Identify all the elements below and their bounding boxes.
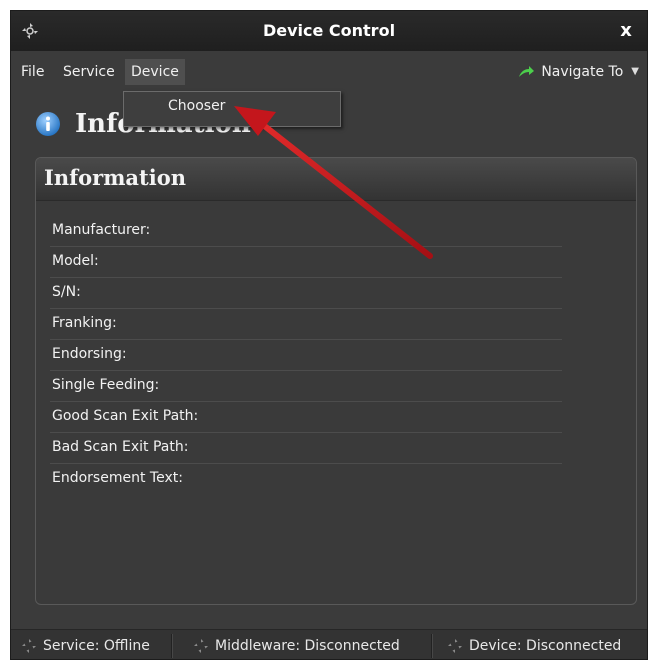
field-franking: Franking: xyxy=(50,309,562,340)
field-manufacturer: Manufacturer: xyxy=(50,216,562,247)
panel-header: Information xyxy=(36,158,636,201)
chevron-down-icon: ▼ xyxy=(631,66,639,77)
window-title: Device Control xyxy=(262,21,396,40)
status-divider xyxy=(431,634,433,658)
navigate-arrow-icon xyxy=(519,66,535,77)
field-endorsement-text: Endorsement Text: xyxy=(52,470,183,486)
navigate-to-label: Navigate To xyxy=(541,64,624,80)
field-list: Manufacturer: Model: S/N: Franking: Endo… xyxy=(50,216,562,495)
menu-item-chooser[interactable]: Chooser xyxy=(168,98,225,114)
menu-bar: File Service Device Navigate To ▼ xyxy=(11,53,647,89)
status-middleware: Middleware: Disconnected xyxy=(193,630,400,659)
info-icon xyxy=(36,112,60,136)
status-middleware-text: Middleware: Disconnected xyxy=(215,638,400,654)
navigate-to-button[interactable]: Navigate To ▼ xyxy=(517,59,639,85)
close-button[interactable]: x xyxy=(611,15,641,47)
menu-device[interactable]: Device xyxy=(125,59,185,85)
menu-service[interactable]: Service xyxy=(57,59,121,85)
field-bad-scan-exit-path: Bad Scan Exit Path: xyxy=(50,433,562,464)
close-icon: x xyxy=(620,20,632,41)
status-spinner-icon xyxy=(22,639,36,653)
status-service-text: Service: Offline xyxy=(43,638,150,654)
title-bar: Device Control x xyxy=(11,11,647,51)
field-serial-number: S/N: xyxy=(50,278,562,309)
field-single-feeding: Single Feeding: xyxy=(50,371,562,402)
device-control-window: Device Control x File Service Device Nav… xyxy=(10,10,648,660)
status-device-text: Device: Disconnected xyxy=(469,638,622,654)
device-menu-dropdown: Chooser xyxy=(123,91,341,127)
status-bar: Service: Offline Middleware: Disconnecte… xyxy=(11,629,647,659)
panel-title: Information xyxy=(44,165,186,190)
status-device: Device: Disconnected xyxy=(447,630,622,659)
status-divider xyxy=(171,634,173,658)
field-good-scan-exit-path: Good Scan Exit Path: xyxy=(50,402,562,433)
status-service: Service: Offline xyxy=(21,630,150,659)
menu-file[interactable]: File xyxy=(15,59,50,85)
field-model: Model: xyxy=(50,247,562,278)
status-spinner-icon xyxy=(194,639,208,653)
status-spinner-icon xyxy=(448,639,462,653)
field-endorsing: Endorsing: xyxy=(50,340,562,371)
information-panel: Information Manufacturer: Model: S/N: Fr… xyxy=(35,157,637,605)
